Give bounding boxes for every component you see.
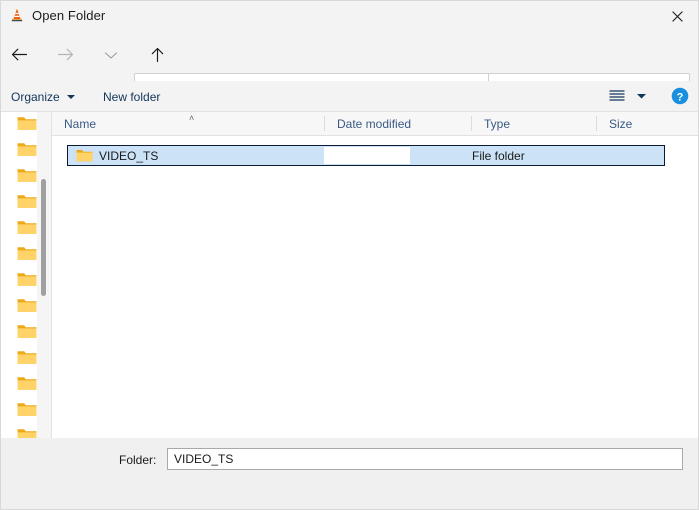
sidebar-item-3[interactable]: [17, 193, 37, 210]
title-bar: Open Folder: [1, 1, 698, 32]
folder-icon: [17, 377, 37, 395]
arrow-left-icon: [11, 47, 28, 65]
forward-button[interactable]: [49, 40, 81, 72]
vlc-cone-icon: [8, 7, 26, 25]
column-header-name-label: Name: [64, 116, 97, 131]
view-dropdown-button[interactable]: [632, 86, 650, 106]
sidebar-item-0[interactable]: [17, 115, 37, 132]
view-options-button[interactable]: [606, 86, 628, 106]
file-type: File folder: [472, 149, 525, 163]
sidebar-item-1[interactable]: [17, 141, 37, 158]
back-button[interactable]: [3, 40, 35, 72]
folder-icon: [17, 299, 37, 317]
new-folder-button[interactable]: New folder: [97, 85, 166, 108]
chevron-down-icon: [636, 89, 647, 103]
column-header-size-label: Size: [609, 116, 633, 131]
column-headers: ˄ Name Date modified Type Size: [52, 112, 698, 136]
command-bar: Organize New folder ?: [1, 81, 698, 112]
folder-icon: [17, 403, 37, 421]
folder-icon: [17, 273, 37, 291]
column-header-type[interactable]: Type: [472, 112, 596, 135]
help-button[interactable]: ?: [671, 87, 689, 105]
sidebar-scroll-thumb[interactable]: [41, 179, 46, 296]
file-name: VIDEO_TS: [99, 149, 159, 163]
column-header-date-modified[interactable]: Date modified: [325, 112, 471, 135]
organize-button[interactable]: Organize: [5, 85, 81, 108]
sidebar-item-10[interactable]: [17, 375, 37, 392]
arrow-right-icon: [57, 47, 74, 65]
dialog-footer: Folder: Select Folder Cancel: [1, 438, 698, 509]
navigation-toolbar: « ›: [1, 32, 698, 102]
folder-icon: [17, 117, 37, 135]
folder-icon: [17, 195, 37, 213]
caret-down-icon: [66, 94, 75, 99]
column-header-date-label: Date modified: [337, 116, 412, 131]
sidebar-item-2[interactable]: [17, 167, 37, 184]
column-header-type-label: Type: [484, 116, 511, 131]
folder-icon: [17, 247, 37, 265]
sidebar-item-7[interactable]: [17, 297, 37, 314]
file-list[interactable]: ˄ Name Date modified Type Size VIDEO_TS …: [52, 112, 698, 438]
folder-icon: [17, 169, 37, 187]
close-button[interactable]: [654, 1, 698, 32]
folder-icon: [17, 325, 37, 343]
folder-icon: [17, 351, 37, 369]
sidebar-item-11[interactable]: [17, 401, 37, 418]
organize-label: Organize: [11, 89, 60, 104]
folder-icon: [17, 221, 37, 239]
column-header-size[interactable]: Size: [597, 112, 698, 135]
sort-ascending-icon: ˄: [189, 113, 195, 123]
folder-icon: [76, 148, 93, 163]
svg-text:?: ?: [677, 91, 684, 103]
new-folder-label: New folder: [103, 89, 161, 104]
recent-locations-button[interactable]: [95, 40, 127, 72]
arrow-up-icon: [150, 47, 165, 66]
folder-icon: [17, 143, 37, 161]
sidebar-item-6[interactable]: [17, 271, 37, 288]
folder-field-label: Folder:: [119, 453, 157, 467]
column-header-name[interactable]: ˄ Name: [52, 112, 324, 135]
view-list-icon: [608, 88, 626, 105]
folder-name-input[interactable]: [167, 448, 683, 470]
window-title: Open Folder: [32, 8, 106, 23]
sidebar-item-9[interactable]: [17, 349, 37, 366]
sidebar-item-12[interactable]: [17, 427, 37, 438]
open-folder-dialog: Open Folder Organize New folder ? ˄ Name…: [0, 0, 699, 510]
sidebar-item-8[interactable]: [17, 323, 37, 340]
file-date-modified-cell: [324, 147, 410, 164]
sidebar-item-5[interactable]: [17, 245, 37, 262]
up-button[interactable]: [141, 40, 173, 72]
sidebar-item-4[interactable]: [17, 219, 37, 236]
table-row[interactable]: VIDEO_TS File folder: [67, 145, 665, 166]
chevron-down-icon: [104, 49, 118, 63]
sidebar-scrollbar[interactable]: [37, 112, 51, 438]
